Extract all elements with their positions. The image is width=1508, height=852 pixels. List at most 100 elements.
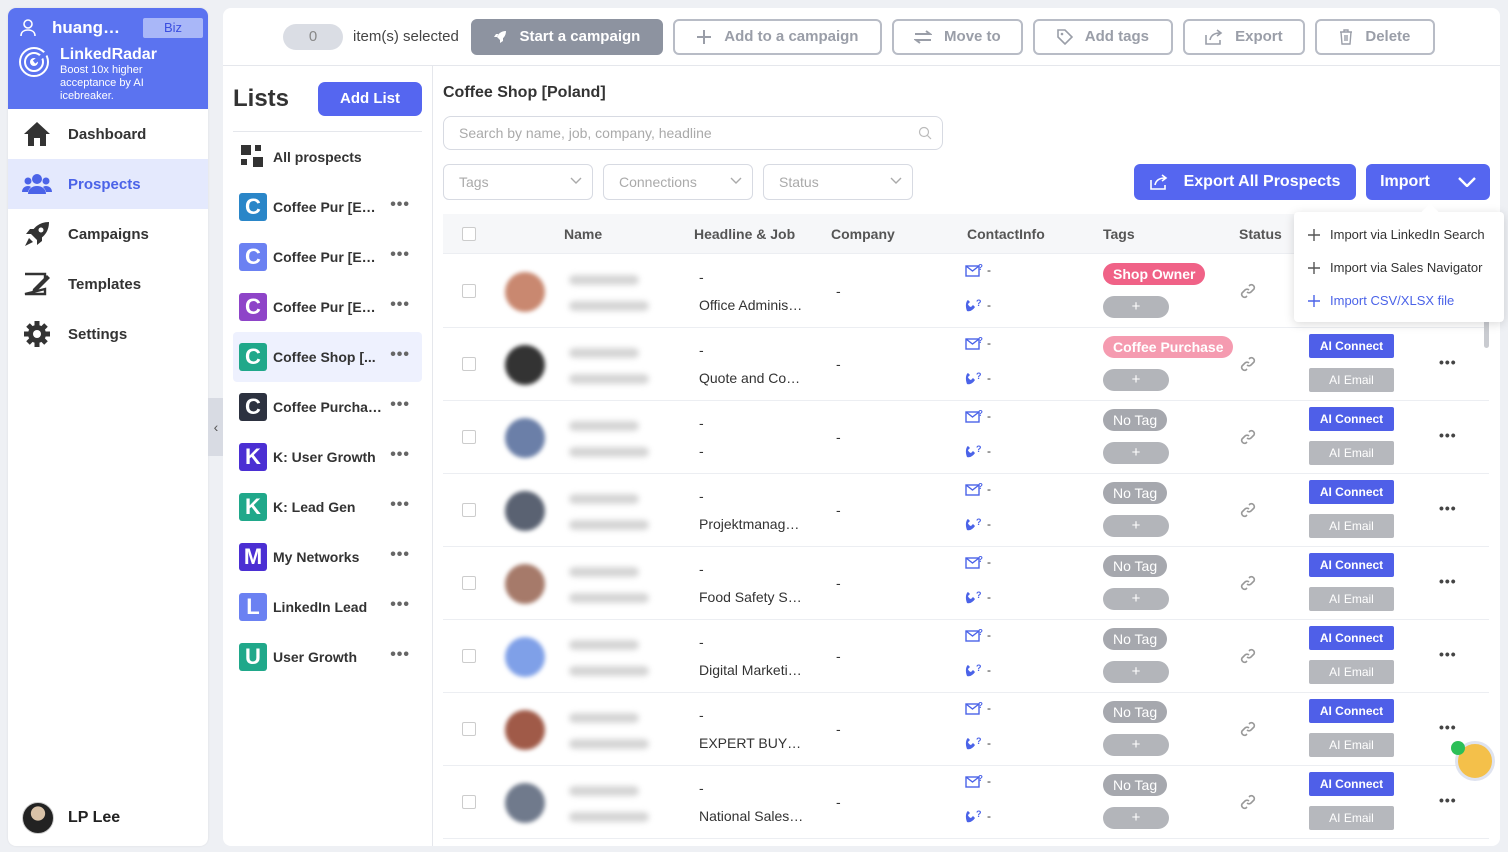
phone-contact[interactable]: ? - <box>965 370 991 386</box>
list-item[interactable]: K K: User Growth ••• <box>233 432 422 482</box>
add-tag-button[interactable]: + <box>1103 807 1169 829</box>
link-icon[interactable] <box>1239 647 1257 665</box>
tag-badge[interactable]: Coffee Purchase <box>1103 336 1234 358</box>
link-icon[interactable] <box>1239 501 1257 519</box>
ai-email-button[interactable]: AI Email <box>1309 587 1394 611</box>
search-input[interactable]: Search by name, job, company, headline <box>443 116 943 150</box>
table-row[interactable]: - Quote and Co… -? -? - Coffee Purchase + AI Co… <box>443 328 1489 401</box>
row-checkbox[interactable] <box>462 795 476 809</box>
table-row[interactable]: - Projektmanag… -? -? - No Tag + AI Connect AI E… <box>443 474 1489 547</box>
row-checkbox[interactable] <box>462 503 476 517</box>
more-icon[interactable]: ••• <box>1439 427 1457 443</box>
import-linkedin-search-item[interactable]: Import via LinkedIn Search <box>1294 218 1504 251</box>
link-icon[interactable] <box>1239 793 1257 811</box>
more-icon[interactable]: ••• <box>390 546 410 564</box>
more-icon[interactable]: ••• <box>390 396 410 414</box>
status-filter[interactable]: Status <box>763 164 913 200</box>
more-icon[interactable]: ••• <box>1439 719 1457 735</box>
more-icon[interactable]: ••• <box>390 446 410 464</box>
add-tag-button[interactable]: + <box>1103 588 1169 610</box>
row-checkbox[interactable] <box>462 284 476 298</box>
add-tag-button[interactable]: + <box>1103 661 1169 683</box>
email-contact[interactable]: ? - <box>965 482 991 496</box>
list-item[interactable]: M My Networks ••• <box>233 532 422 582</box>
more-icon[interactable]: ••• <box>1439 354 1457 370</box>
phone-contact[interactable]: ? - <box>965 735 991 751</box>
more-icon[interactable]: ••• <box>390 246 410 264</box>
phone-contact[interactable]: ? - <box>965 662 991 678</box>
export-all-prospects-button[interactable]: Export All Prospects <box>1134 164 1356 200</box>
table-row[interactable]: - EXPERT BUY… -? -? - No Tag + AI Connect AI Ema… <box>443 693 1489 766</box>
ai-connect-button[interactable]: AI Connect <box>1309 334 1394 358</box>
import-sales-navigator-item[interactable]: Import via Sales Navigator <box>1294 251 1504 284</box>
more-icon[interactable]: ••• <box>390 496 410 514</box>
link-icon[interactable] <box>1239 428 1257 446</box>
more-icon[interactable]: ••• <box>1439 792 1457 808</box>
tag-badge[interactable]: No Tag <box>1103 482 1168 504</box>
table-row[interactable]: - Digital Marketi… -? -? - No Tag + AI Connect A… <box>443 620 1489 693</box>
ai-connect-button[interactable]: AI Connect <box>1309 480 1394 504</box>
ai-email-button[interactable]: AI Email <box>1309 441 1394 465</box>
link-icon[interactable] <box>1239 282 1257 300</box>
tag-badge[interactable]: No Tag <box>1103 701 1168 723</box>
ai-email-button[interactable]: AI Email <box>1309 368 1394 392</box>
ai-email-button[interactable]: AI Email <box>1309 514 1394 538</box>
row-checkbox[interactable] <box>462 576 476 590</box>
start-campaign-button[interactable]: Start a campaign <box>470 18 663 55</box>
tag-badge[interactable]: No Tag <box>1103 628 1168 650</box>
list-item[interactable]: K K: Lead Gen ••• <box>233 482 422 532</box>
row-checkbox[interactable] <box>462 430 476 444</box>
email-contact[interactable]: ? - <box>965 555 991 569</box>
nav-templates[interactable]: Templates <box>8 259 208 309</box>
email-contact[interactable]: ? - <box>965 701 991 715</box>
import-button[interactable]: Import <box>1366 164 1490 200</box>
email-contact[interactable]: ? - <box>965 336 991 350</box>
ai-email-button[interactable]: AI Email <box>1309 733 1394 757</box>
email-contact[interactable]: ? - <box>965 774 991 788</box>
more-icon[interactable]: ••• <box>390 296 410 314</box>
nav-campaigns[interactable]: Campaigns <box>8 209 208 259</box>
scrollbar[interactable] <box>1484 320 1489 348</box>
import-csv-item[interactable]: Import CSV/XLSX file <box>1294 284 1504 317</box>
list-item-all-prospects[interactable]: All prospects <box>233 132 422 182</box>
more-icon[interactable]: ••• <box>390 196 410 214</box>
more-icon[interactable]: ••• <box>390 346 410 364</box>
nav-prospects[interactable]: Prospects <box>8 159 208 209</box>
row-checkbox[interactable] <box>462 722 476 736</box>
ai-connect-button[interactable]: AI Connect <box>1309 626 1394 650</box>
nav-settings[interactable]: Settings <box>8 309 208 359</box>
phone-contact[interactable]: ? - <box>965 589 991 605</box>
tag-badge[interactable]: No Tag <box>1103 555 1168 577</box>
link-icon[interactable] <box>1239 355 1257 373</box>
list-item[interactable]: C Coffee Pur [E… ••• <box>233 232 422 282</box>
table-row[interactable]: - - -? -? - No Tag + AI Connect AI Email ••• <box>443 401 1489 474</box>
tags-filter[interactable]: Tags <box>443 164 593 200</box>
link-icon[interactable] <box>1239 574 1257 592</box>
list-item[interactable]: C Coffee Purcha… ••• <box>233 382 422 432</box>
list-item[interactable]: C Coffee Shop [... ••• <box>233 332 422 382</box>
table-row[interactable]: - Food Safety S… -? -? - No Tag + AI Connect AI … <box>443 547 1489 620</box>
list-item[interactable]: C Coffee Pur [E… ••• <box>233 182 422 232</box>
tag-badge[interactable]: No Tag <box>1103 774 1168 796</box>
add-tag-button[interactable]: + <box>1103 442 1169 464</box>
table-row[interactable]: - National Sales… -? -? - No Tag + AI Connect AI… <box>443 766 1489 839</box>
row-checkbox[interactable] <box>462 357 476 371</box>
add-tags-button[interactable]: Add tags <box>1032 18 1173 55</box>
row-checkbox[interactable] <box>462 649 476 663</box>
ai-connect-button[interactable]: AI Connect <box>1309 407 1394 431</box>
phone-contact[interactable]: ? - <box>965 516 991 532</box>
ai-email-button[interactable]: AI Email <box>1309 660 1394 684</box>
collapse-sidebar-button[interactable]: ‹ <box>208 398 224 456</box>
phone-contact[interactable]: ? - <box>965 297 991 313</box>
ai-connect-button[interactable]: AI Connect <box>1309 699 1394 723</box>
add-tag-button[interactable]: + <box>1103 734 1169 756</box>
more-icon[interactable]: ••• <box>390 596 410 614</box>
add-tag-button[interactable]: + <box>1103 369 1169 391</box>
add-tag-button[interactable]: + <box>1103 515 1169 537</box>
add-to-campaign-button[interactable]: Add to a campaign <box>672 18 882 55</box>
ai-connect-button[interactable]: AI Connect <box>1309 772 1394 796</box>
tag-badge[interactable]: Shop Owner <box>1103 263 1206 285</box>
more-icon[interactable]: ••• <box>1439 646 1457 662</box>
profile[interactable]: LP Lee <box>22 802 120 834</box>
phone-contact[interactable]: ? - <box>965 443 991 459</box>
